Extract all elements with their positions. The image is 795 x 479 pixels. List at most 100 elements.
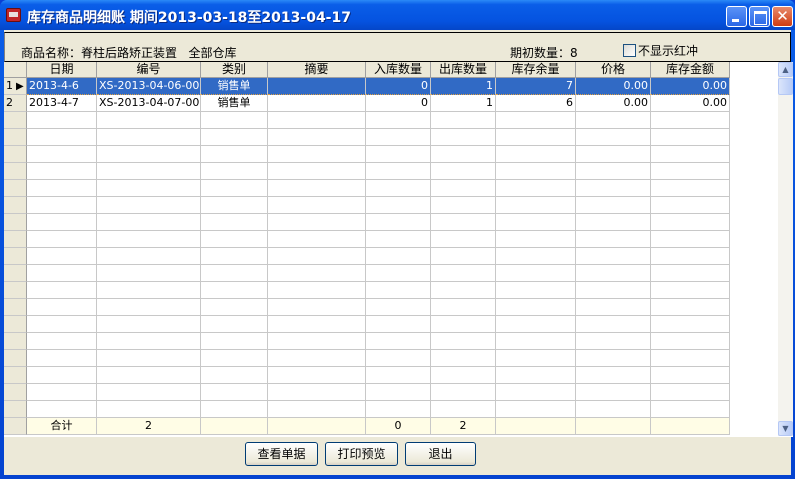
empty-cell[interactable] xyxy=(27,146,97,163)
empty-cell[interactable] xyxy=(496,231,576,248)
empty-cell[interactable] xyxy=(201,282,268,299)
empty-cell[interactable] xyxy=(431,112,496,129)
empty-cell[interactable] xyxy=(27,180,97,197)
row-header[interactable] xyxy=(4,401,27,418)
table-cell-out[interactable]: 1 xyxy=(431,78,496,95)
empty-cell[interactable] xyxy=(268,316,366,333)
row-header[interactable] xyxy=(4,146,27,163)
empty-cell[interactable] xyxy=(651,333,730,350)
empty-cell[interactable] xyxy=(431,163,496,180)
empty-cell[interactable] xyxy=(496,384,576,401)
empty-cell[interactable] xyxy=(651,265,730,282)
empty-cell[interactable] xyxy=(268,265,366,282)
empty-cell[interactable] xyxy=(27,316,97,333)
empty-cell[interactable] xyxy=(576,367,651,384)
empty-cell[interactable] xyxy=(366,248,431,265)
empty-cell[interactable] xyxy=(576,231,651,248)
empty-cell[interactable] xyxy=(97,265,201,282)
empty-cell[interactable] xyxy=(27,214,97,231)
empty-cell[interactable] xyxy=(651,384,730,401)
row-header[interactable] xyxy=(4,367,27,384)
row-header[interactable] xyxy=(4,129,27,146)
row-header[interactable] xyxy=(4,350,27,367)
table-cell-balance[interactable]: 6 xyxy=(496,95,576,112)
empty-cell[interactable] xyxy=(651,367,730,384)
empty-cell[interactable] xyxy=(576,316,651,333)
empty-cell[interactable] xyxy=(576,401,651,418)
maximize-button[interactable] xyxy=(749,6,770,27)
empty-cell[interactable] xyxy=(268,248,366,265)
empty-cell[interactable] xyxy=(27,367,97,384)
empty-cell[interactable] xyxy=(97,146,201,163)
empty-cell[interactable] xyxy=(431,146,496,163)
empty-cell[interactable] xyxy=(496,265,576,282)
empty-cell[interactable] xyxy=(366,401,431,418)
empty-cell[interactable] xyxy=(576,384,651,401)
table-cell-type[interactable]: 销售单 xyxy=(201,78,268,95)
empty-cell[interactable] xyxy=(496,197,576,214)
row-header[interactable] xyxy=(4,214,27,231)
detail-grid[interactable]: 日期 编号 类别 摘要 入库数量 出库数量 库存余量 价格 库存金额 1 ▶ 2013-4-6 XS-2… xyxy=(4,62,793,437)
empty-cell[interactable] xyxy=(97,316,201,333)
empty-cell[interactable] xyxy=(97,197,201,214)
print-preview-button[interactable]: 打印预览 xyxy=(325,442,398,466)
empty-cell[interactable] xyxy=(201,299,268,316)
empty-cell[interactable] xyxy=(97,350,201,367)
scroll-up-button[interactable]: ▲ xyxy=(778,62,793,77)
empty-cell[interactable] xyxy=(268,282,366,299)
empty-cell[interactable] xyxy=(268,112,366,129)
empty-cell[interactable] xyxy=(576,146,651,163)
empty-cell[interactable] xyxy=(576,214,651,231)
empty-cell[interactable] xyxy=(496,146,576,163)
empty-cell[interactable] xyxy=(576,282,651,299)
view-document-button[interactable]: 查看单据 xyxy=(245,442,318,466)
empty-cell[interactable] xyxy=(496,282,576,299)
empty-cell[interactable] xyxy=(97,401,201,418)
table-cell-amount[interactable]: 0.00 xyxy=(651,78,730,95)
empty-cell[interactable] xyxy=(496,401,576,418)
empty-cell[interactable] xyxy=(431,282,496,299)
minimize-button[interactable] xyxy=(726,6,747,27)
empty-cell[interactable] xyxy=(496,350,576,367)
empty-cell[interactable] xyxy=(268,384,366,401)
empty-cell[interactable] xyxy=(201,333,268,350)
column-header[interactable]: 库存余量 xyxy=(496,62,576,78)
row-header[interactable] xyxy=(4,197,27,214)
empty-cell[interactable] xyxy=(97,299,201,316)
row-header[interactable] xyxy=(4,384,27,401)
row-header[interactable] xyxy=(4,180,27,197)
empty-cell[interactable] xyxy=(576,180,651,197)
table-cell-in[interactable]: 0 xyxy=(366,95,431,112)
empty-cell[interactable] xyxy=(366,163,431,180)
empty-cell[interactable] xyxy=(366,146,431,163)
column-header[interactable]: 出库数量 xyxy=(431,62,496,78)
empty-cell[interactable] xyxy=(268,401,366,418)
empty-cell[interactable] xyxy=(576,163,651,180)
empty-cell[interactable] xyxy=(268,197,366,214)
empty-cell[interactable] xyxy=(431,214,496,231)
table-cell-amount[interactable]: 0.00 xyxy=(651,95,730,112)
empty-cell[interactable] xyxy=(496,163,576,180)
empty-cell[interactable] xyxy=(97,214,201,231)
empty-cell[interactable] xyxy=(27,333,97,350)
empty-cell[interactable] xyxy=(366,231,431,248)
empty-cell[interactable] xyxy=(431,265,496,282)
empty-cell[interactable] xyxy=(268,333,366,350)
empty-cell[interactable] xyxy=(496,367,576,384)
column-header[interactable]: 类别 xyxy=(201,62,268,78)
row-header[interactable] xyxy=(4,282,27,299)
empty-cell[interactable] xyxy=(27,265,97,282)
empty-cell[interactable] xyxy=(97,282,201,299)
column-header[interactable]: 编号 xyxy=(97,62,201,78)
row-header[interactable] xyxy=(4,112,27,129)
empty-cell[interactable] xyxy=(201,367,268,384)
empty-cell[interactable] xyxy=(496,214,576,231)
empty-cell[interactable] xyxy=(651,248,730,265)
empty-cell[interactable] xyxy=(366,214,431,231)
empty-cell[interactable] xyxy=(431,367,496,384)
empty-cell[interactable] xyxy=(268,180,366,197)
empty-cell[interactable] xyxy=(496,333,576,350)
column-header[interactable]: 入库数量 xyxy=(366,62,431,78)
empty-cell[interactable] xyxy=(366,282,431,299)
empty-cell[interactable] xyxy=(496,316,576,333)
